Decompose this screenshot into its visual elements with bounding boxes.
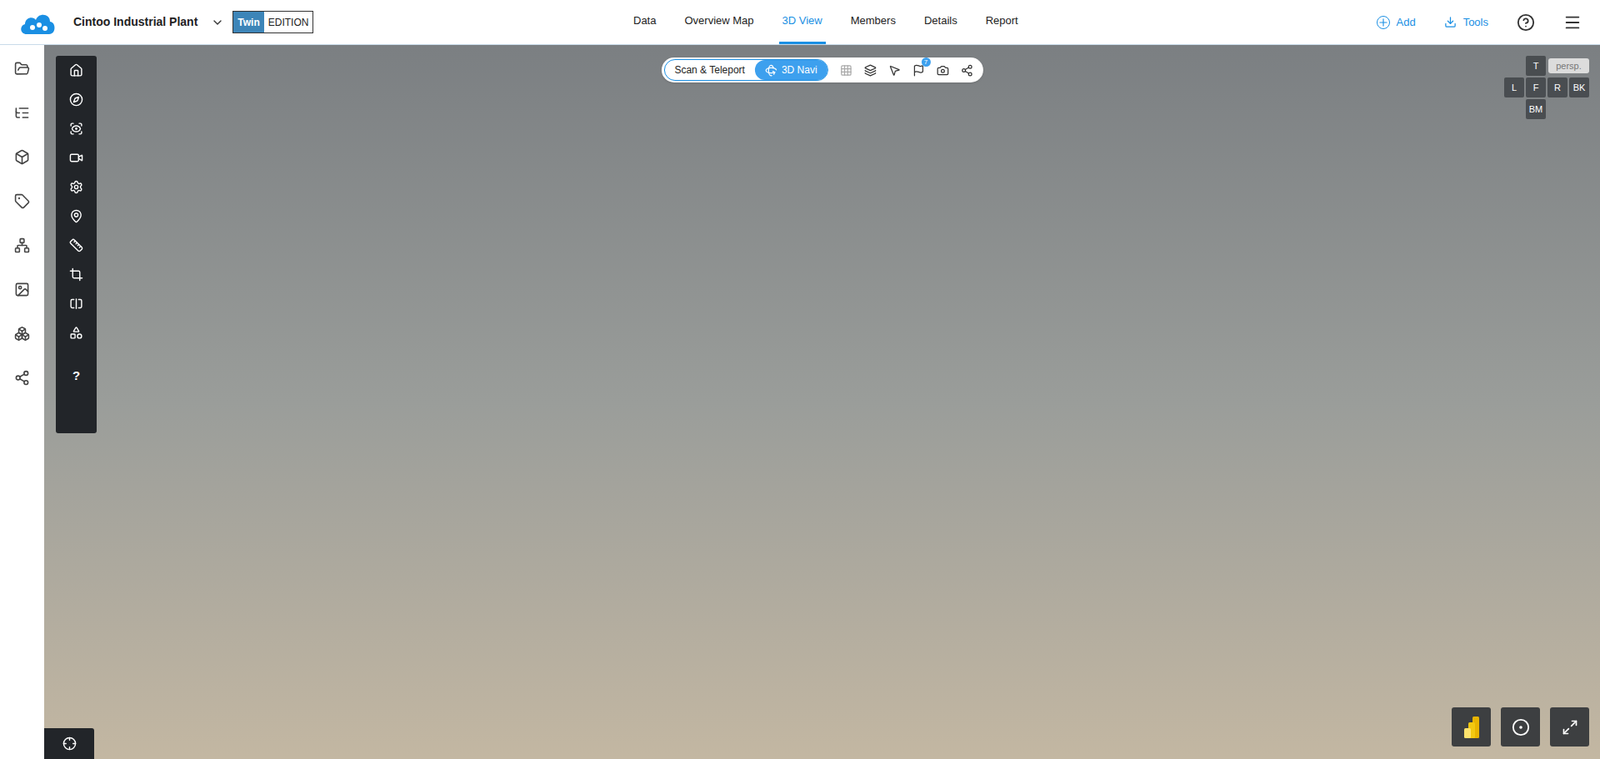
mode-option[interactable]: Scan & Teleport [664, 60, 755, 80]
target-button[interactable] [1500, 707, 1540, 747]
fullscreen-button[interactable] [1550, 707, 1590, 747]
image-icon[interactable] [14, 281, 30, 298]
shapes-icon[interactable] [69, 325, 84, 340]
point-cloud-view[interactable]: ? Scan & Teleport3D Navi 7 Tpersp. LFRBK BM [44, 45, 1600, 759]
share-icon[interactable] [14, 370, 30, 386]
data-folder-icon[interactable] [14, 60, 30, 77]
view-toolbar: Scan & Teleport3D Navi 7 [660, 57, 983, 83]
header-actions: Add Tools [1376, 0, 1600, 45]
flag-button[interactable]: 7 [912, 64, 925, 77]
locate-button[interactable] [44, 728, 95, 759]
left-sidebar [0, 45, 45, 759]
main-nav: Data Overview Map 3D View Members Details Rep… [630, 0, 1022, 45]
view-top[interactable]: T [1525, 55, 1546, 76]
project-area: Cintoo Industrial Plant TwinEDITION [0, 0, 600, 45]
crosshair-icon [62, 736, 77, 751]
tool-panel: ? [55, 55, 97, 434]
chevron-down-icon[interactable] [210, 15, 225, 30]
help-icon[interactable] [1516, 13, 1535, 32]
target-icon [1511, 718, 1530, 737]
grid-icon[interactable] [840, 64, 853, 77]
view-back[interactable]: BK [1569, 77, 1590, 98]
bottom-right-buttons [1451, 707, 1590, 747]
app: Cintoo Industrial Plant TwinEDITION Data Ov… [0, 0, 1600, 759]
layers-icon[interactable] [864, 64, 877, 77]
menu-icon[interactable] [1563, 13, 1582, 32]
network-icon[interactable] [14, 237, 30, 254]
nav-tab[interactable]: Report [982, 0, 1022, 45]
nav-tab[interactable]: Data [630, 0, 660, 45]
tool-help[interactable]: ? [72, 366, 80, 386]
camera-icon[interactable] [936, 64, 950, 77]
top-bar: Cintoo Industrial Plant TwinEDITION Data Ov… [0, 0, 1600, 45]
tool-group [69, 121, 84, 195]
share-icon[interactable] [960, 64, 974, 77]
nav-tab[interactable]: 3D View [779, 0, 826, 45]
nav-tab[interactable]: Members [847, 0, 900, 45]
body: ? Scan & Teleport3D Navi 7 Tpersp. LFRBK BM [0, 45, 1600, 759]
download-icon [1444, 15, 1457, 29]
home-icon[interactable] [69, 63, 84, 78]
view-front[interactable]: F [1525, 77, 1546, 98]
view-right[interactable]: R [1547, 77, 1568, 98]
view-left[interactable]: L [1504, 77, 1525, 98]
nav-tab[interactable]: Overview Map [680, 0, 757, 45]
boxes-icon[interactable] [14, 325, 30, 342]
tag-icon[interactable] [14, 193, 30, 210]
crop-icon[interactable] [69, 267, 84, 282]
mode-option[interactable]: 3D Navi [755, 60, 828, 80]
cintoo-logo-icon[interactable] [18, 9, 57, 36]
flag-badge: 7 [921, 57, 931, 67]
compare-icon[interactable] [69, 296, 84, 311]
edition-badge: TwinEDITION [232, 10, 314, 34]
scan-view-icon[interactable] [69, 121, 84, 136]
projection-toggle[interactable]: persp. [1548, 58, 1590, 74]
tree-icon[interactable] [14, 105, 30, 121]
power-bi-button[interactable] [1451, 707, 1491, 747]
action-button[interactable]: Add [1376, 14, 1416, 31]
action-button[interactable]: Tools [1444, 14, 1489, 31]
pointer-icon[interactable] [888, 64, 901, 77]
mode-switch: Scan & Teleport3D Navi [663, 59, 828, 81]
project-title[interactable]: Cintoo Industrial Plant [73, 13, 198, 31]
view-cube: Tpersp. LFRBK BM [1504, 55, 1590, 120]
fullscreen-icon [1561, 719, 1579, 736]
navigate-icon [765, 64, 778, 77]
video-icon[interactable] [69, 150, 84, 165]
cube-icon[interactable] [14, 149, 30, 165]
tool-group [69, 63, 84, 107]
view-bottom[interactable]: BM [1525, 99, 1546, 120]
plus-icon [1376, 15, 1390, 30]
gear-icon[interactable] [69, 180, 84, 195]
power-bi-icon [1460, 715, 1483, 740]
tool-group [69, 209, 84, 340]
compass-icon[interactable] [69, 92, 84, 107]
ruler-icon[interactable] [69, 238, 84, 253]
map-pin-icon[interactable] [69, 209, 84, 224]
nav-tab[interactable]: Details [920, 0, 961, 45]
